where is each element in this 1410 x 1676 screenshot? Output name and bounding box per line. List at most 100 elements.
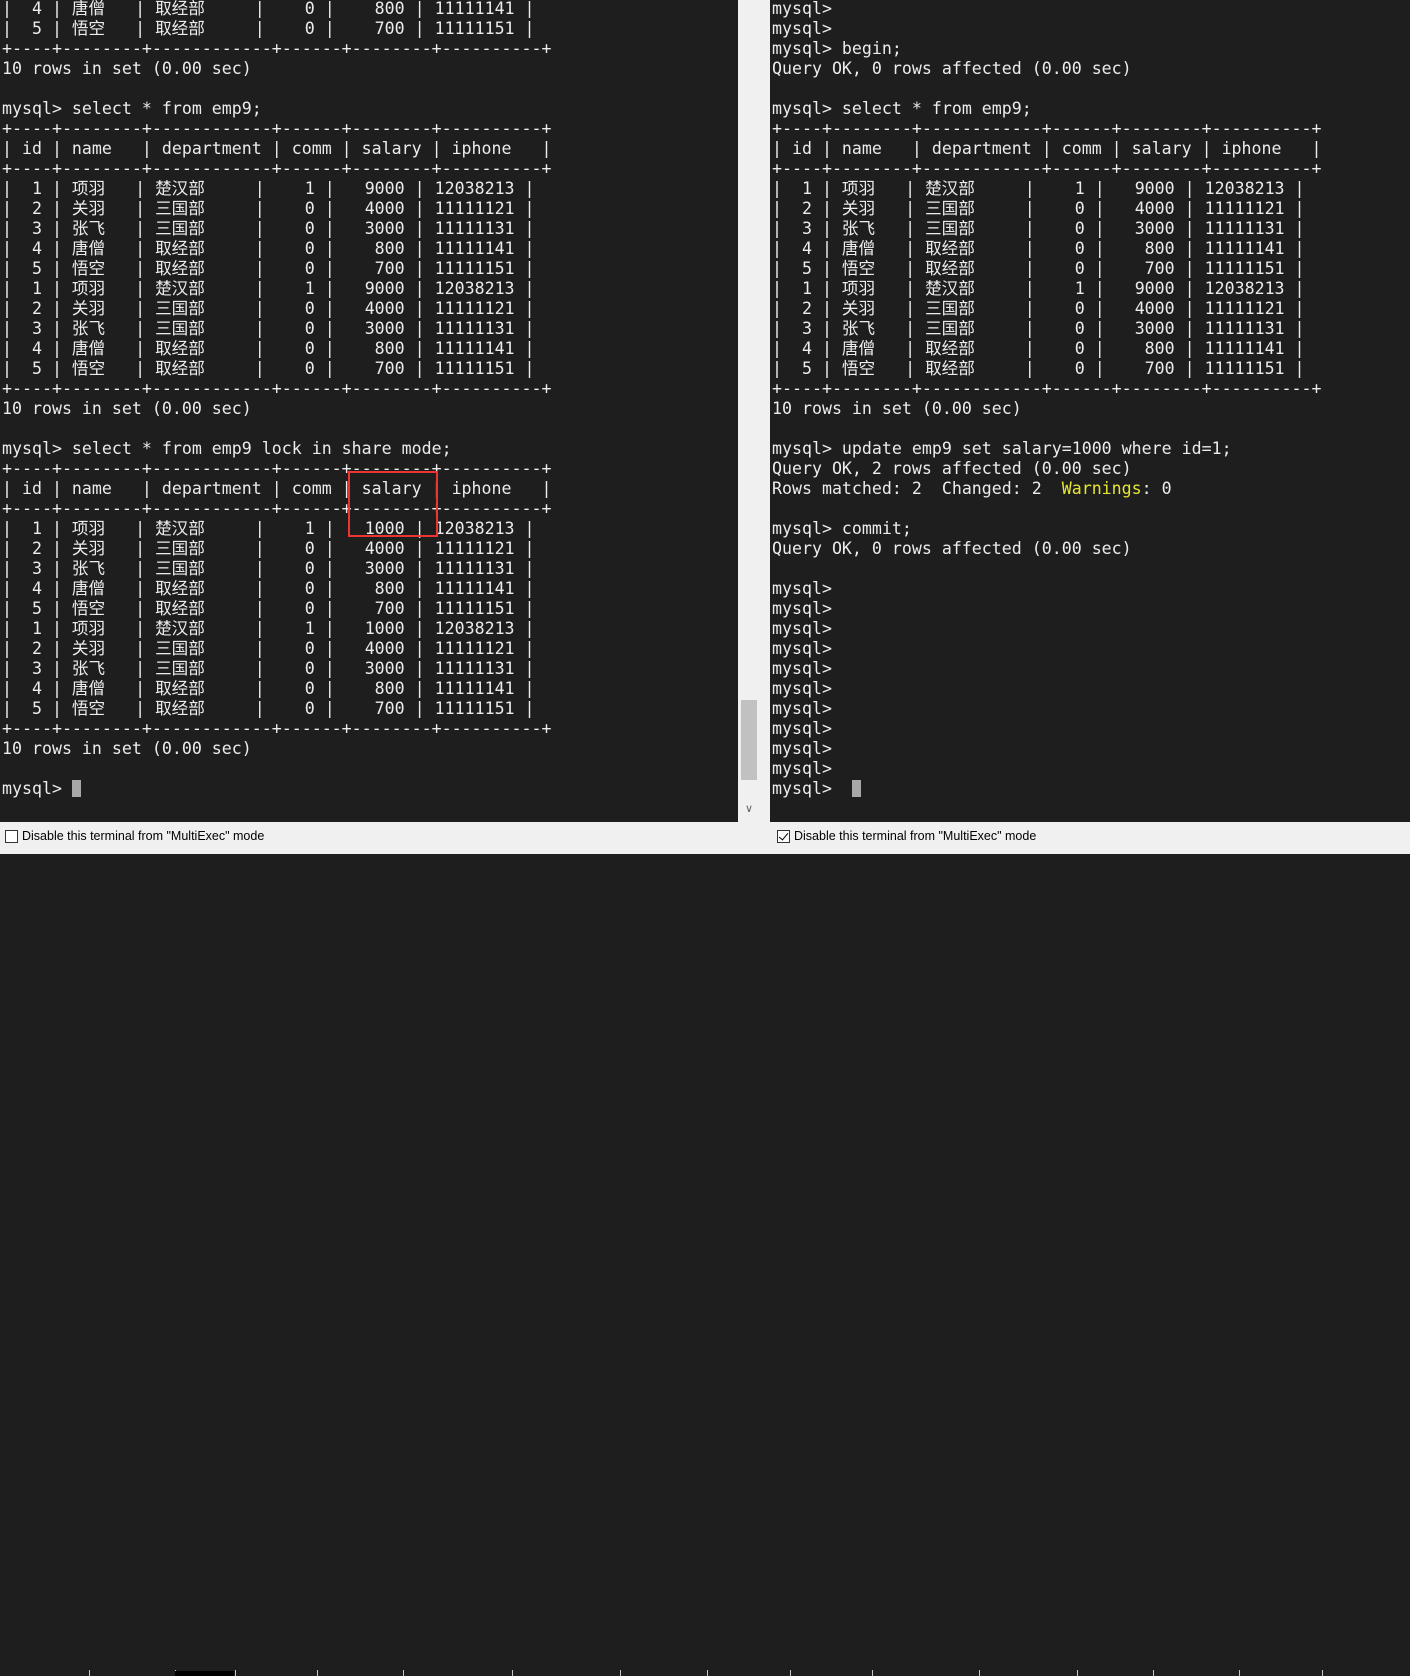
terminal-line: Query OK, 0 rows affected (0.00 sec) — [772, 539, 1132, 558]
tab-divider — [1322, 1670, 1323, 1676]
terminal-line: | 2 | 关羽 | 三国部 | 0 | 4000 | 11111121 | — [2, 639, 535, 658]
terminal-line: mysql> — [772, 0, 832, 18]
right-terminal-output[interactable]: mysql> mysql> mysql> begin; Query OK, 0 row… — [772, 0, 1321, 799]
rows-matched-line: Rows matched: 2 Changed: 2 Warnings: 0 — [772, 479, 1321, 499]
terminal-line: | 4 | 唐僧 | 取经部 | 0 | 800 | 11111141 | — [772, 239, 1305, 258]
terminal-line: | 3 | 张飞 | 三国部 | 0 | 3000 | 11111131 | — [2, 659, 535, 678]
left-terminal-scrollbar[interactable]: ∨ — [738, 0, 760, 822]
terminal-line: | 4 | 唐僧 | 取经部 | 0 | 800 | 11111141 | — [2, 339, 535, 358]
right-multiexec-toggle[interactable]: Disable this terminal from "MultiExec" m… — [777, 829, 1036, 843]
cursor-block — [851, 780, 861, 797]
terminal-line: | 2 | 关羽 | 三国部 | 0 | 4000 | 11111121 | — [2, 539, 535, 558]
left-multiexec-checkbox[interactable] — [5, 829, 18, 843]
terminal-line: mysql> — [772, 19, 832, 38]
terminal-line: mysql> select * from emp9; — [2, 99, 262, 118]
terminal-line: +----+--------+------------+------+-----… — [2, 459, 552, 478]
chevron-down-icon[interactable]: ∨ — [738, 802, 760, 820]
prompt-text: mysql> — [772, 779, 852, 798]
terminal-line: Query OK, 2 rows affected (0.00 sec) — [772, 459, 1132, 478]
terminal-line: +----+--------+------------+------+-----… — [772, 379, 1322, 398]
terminal-line: 10 rows in set (0.00 sec) — [2, 399, 252, 418]
terminal-line: 10 rows in set (0.00 sec) — [2, 59, 252, 78]
active-tab-marker — [175, 1671, 234, 1676]
terminal-line: | 1 | 项羽 | 楚汉部 | 1 | 9000 | 12038213 | — [2, 279, 535, 298]
terminal-line: +----+--------+------------+------+-----… — [2, 719, 552, 738]
terminal-line: | 1 | 项羽 | 楚汉部 | 1 | 9000 | 12038213 | — [772, 279, 1305, 298]
terminal-line: | 3 | 张飞 | 三国部 | 0 | 3000 | 11111131 | — [772, 219, 1305, 238]
active-prompt[interactable]: mysql> — [2, 779, 551, 799]
right-multiexec-checkbox[interactable] — [777, 829, 790, 843]
terminal-line: | 4 | 唐僧 | 取经部 | 0 | 800 | 11111141 | — [2, 0, 535, 18]
terminal-line: | 5 | 悟空 | 取经部 | 0 | 700 | 11111151 | — [772, 359, 1305, 378]
terminal-line: | 5 | 悟空 | 取经部 | 0 | 700 | 11111151 | — [2, 599, 535, 618]
terminal-line: mysql> — [772, 719, 832, 738]
terminal-line: | 4 | 唐僧 | 取经部 | 0 | 800 | 11111141 | — [2, 239, 535, 258]
terminal-line: +----+--------+------------+------+-----… — [2, 119, 552, 138]
terminal-line: +----+--------+------------+------+-----… — [2, 379, 552, 398]
left-terminal-pane[interactable]: | 4 | 唐僧 | 取经部 | 0 | 800 | 11111141 | | 5… — [0, 0, 738, 822]
tab-divider — [790, 1670, 791, 1676]
multiexec-statusbar: Disable this terminal from "MultiExec" m… — [0, 822, 1410, 1676]
terminal-line: | 2 | 关羽 | 三国部 | 0 | 4000 | 11111121 | — [772, 299, 1305, 318]
terminal-line: | 4 | 唐僧 | 取经部 | 0 | 800 | 11111141 | — [772, 339, 1305, 358]
terminal-line: mysql> update emp9 set salary=1000 where… — [772, 439, 1232, 458]
terminal-line: | 2 | 关羽 | 三国部 | 0 | 4000 | 11111121 | — [2, 299, 535, 318]
left-multiexec-toggle[interactable]: Disable this terminal from "MultiExec" m… — [5, 829, 264, 843]
terminal-line: | 2 | 关羽 | 三国部 | 0 | 4000 | 11111121 | — [772, 199, 1305, 218]
active-prompt[interactable]: mysql> — [772, 779, 1321, 799]
tab-divider — [1153, 1670, 1154, 1676]
terminal-line: | 5 | 悟空 | 取经部 | 0 | 700 | 11111151 | — [2, 699, 535, 718]
terminal-line: mysql> — [772, 699, 832, 718]
left-multiexec-label: Disable this terminal from "MultiExec" m… — [22, 829, 265, 843]
terminal-line: Query OK, 0 rows affected (0.00 sec) — [772, 59, 1132, 78]
right-multiexec-label: Disable this terminal from "MultiExec" m… — [794, 829, 1037, 843]
left-terminal-output[interactable]: | 4 | 唐僧 | 取经部 | 0 | 800 | 11111141 | | 5… — [2, 0, 551, 799]
terminal-line: mysql> — [772, 759, 832, 778]
terminal-line: | 4 | 唐僧 | 取经部 | 0 | 800 | 11111141 | — [2, 679, 535, 698]
cursor-block — [71, 780, 81, 797]
terminal-line: | 3 | 张飞 | 三国部 | 0 | 3000 | 11111131 | — [2, 219, 535, 238]
tab-divider — [317, 1670, 318, 1676]
terminal-line: mysql> — [772, 579, 832, 598]
terminal-line: | 5 | 悟空 | 取经部 | 0 | 700 | 11111151 | — [2, 19, 535, 38]
right-terminal-pane[interactable]: mysql> mysql> mysql> begin; Query OK, 0 row… — [770, 0, 1410, 822]
terminal-line: | id | name | department | comm | salary… — [2, 479, 552, 498]
terminal-line: mysql> — [772, 739, 832, 758]
terminal-line: | id | name | department | comm | salary… — [2, 139, 552, 158]
terminal-line: | 3 | 张飞 | 三国部 | 0 | 3000 | 11111131 | — [2, 559, 535, 578]
scrollbar-thumb[interactable] — [741, 700, 757, 780]
terminal-line: | 1 | 项羽 | 楚汉部 | 1 | 9000 | 12038213 | — [2, 179, 535, 198]
tab-divider — [235, 1670, 236, 1676]
tab-divider — [979, 1670, 980, 1676]
terminal-line: mysql> — [772, 599, 832, 618]
terminal-line: | 3 | 张飞 | 三国部 | 0 | 3000 | 11111131 | — [772, 319, 1305, 338]
terminal-line: | id | name | department | comm | salary… — [772, 139, 1322, 158]
pane-divider[interactable] — [760, 0, 770, 822]
terminal-line: | 1 | 项羽 | 楚汉部 | 1 | 9000 | 12038213 | — [772, 179, 1305, 198]
terminal-line: 10 rows in set (0.00 sec) — [2, 739, 252, 758]
terminal-line: 10 rows in set (0.00 sec) — [772, 399, 1022, 418]
tab-divider — [1239, 1670, 1240, 1676]
terminal-line: mysql> — [772, 679, 832, 698]
terminal-line: +----+--------+------------+------+-----… — [2, 499, 552, 518]
terminal-line: | 5 | 悟空 | 取经部 | 0 | 700 | 11111151 | — [772, 259, 1305, 278]
terminal-line: | 4 | 唐僧 | 取经部 | 0 | 800 | 11111141 | — [2, 579, 535, 598]
tab-divider — [872, 1670, 873, 1676]
terminal-line: | 5 | 悟空 | 取经部 | 0 | 700 | 11111151 | — [2, 259, 535, 278]
warnings-label: Warnings — [1061, 479, 1142, 498]
terminal-line: mysql> select * from emp9 lock in share … — [2, 439, 452, 458]
warnings-count: : 0 — [1141, 479, 1172, 498]
terminal-line: +----+--------+------------+------+-----… — [2, 159, 552, 178]
prompt-text: mysql> — [2, 779, 72, 798]
terminal-line: | 1 | 项羽 | 楚汉部 | 1 | 1000 | 12038213 | — [2, 619, 535, 638]
rows-matched-text: Rows matched: 2 Changed: 2 — [772, 479, 1062, 498]
terminal-line: mysql> begin; — [772, 39, 902, 58]
terminal-line: mysql> select * from emp9; — [772, 99, 1032, 118]
terminal-line: mysql> commit; — [772, 519, 912, 538]
